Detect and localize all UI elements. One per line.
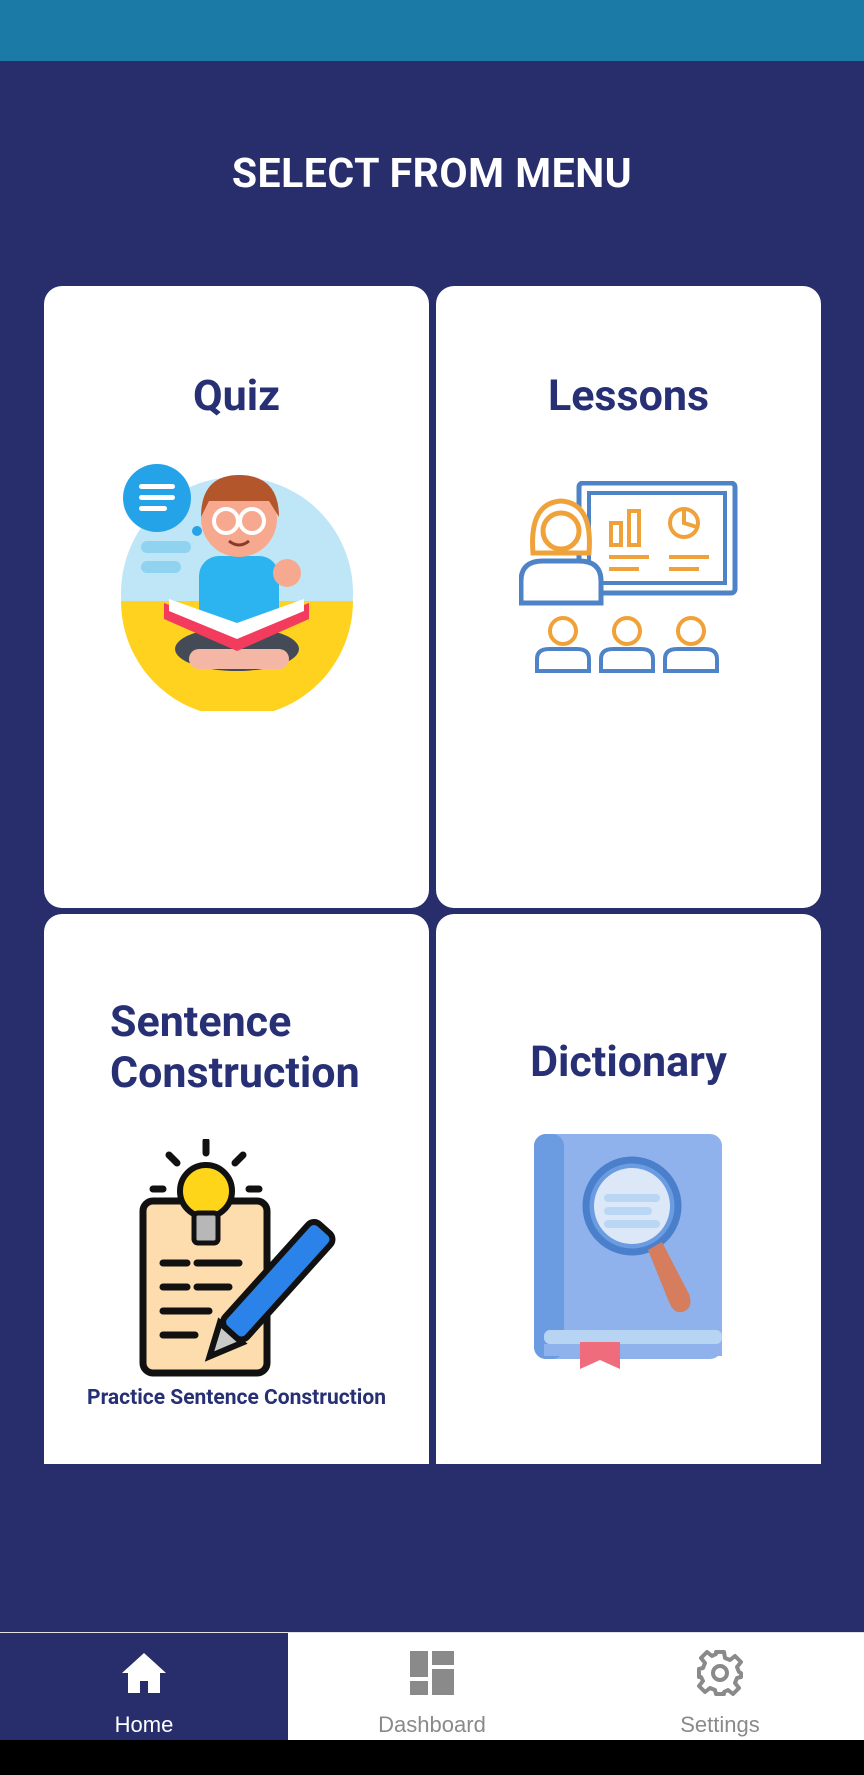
nav-settings-label: Settings bbox=[680, 1712, 760, 1737]
nav-home[interactable]: Home bbox=[0, 1633, 288, 1741]
gear-icon bbox=[697, 1650, 743, 1696]
lessons-card[interactable]: Lessons bbox=[436, 286, 821, 908]
nav-settings[interactable]: Settings bbox=[576, 1633, 864, 1741]
quiz-card[interactable]: Quiz bbox=[44, 286, 429, 908]
sentence-label-line1: Sentence bbox=[110, 997, 292, 1047]
dictionary-illustration-icon bbox=[534, 1134, 722, 1369]
quiz-label: Quiz bbox=[193, 371, 280, 421]
sentence-construction-card[interactable]: Sentence Construction Practice Sentence … bbox=[44, 914, 429, 1464]
home-icon bbox=[122, 1653, 166, 1693]
bottom-nav: Home Dashboard Settings bbox=[0, 1632, 864, 1741]
dashboard-icon bbox=[410, 1651, 454, 1695]
page-title: SELECT FROM MENU bbox=[231, 150, 633, 198]
dictionary-label: Dictionary bbox=[530, 1037, 727, 1087]
sentence-label-line2: Construction bbox=[110, 1048, 360, 1098]
lessons-illustration-icon bbox=[519, 481, 738, 673]
nav-dashboard[interactable]: Dashboard bbox=[288, 1633, 576, 1741]
lessons-label: Lessons bbox=[547, 371, 710, 421]
quiz-illustration-icon bbox=[121, 464, 353, 711]
sentence-illustration-icon bbox=[139, 1139, 336, 1377]
system-nav-bar bbox=[0, 1740, 864, 1775]
sentence-subtitle: Practice Sentence Construction bbox=[87, 1386, 386, 1410]
nav-home-label: Home bbox=[114, 1712, 174, 1737]
status-bar bbox=[0, 0, 864, 61]
nav-dashboard-label: Dashboard bbox=[378, 1712, 486, 1737]
dictionary-card[interactable]: Dictionary bbox=[436, 914, 821, 1464]
